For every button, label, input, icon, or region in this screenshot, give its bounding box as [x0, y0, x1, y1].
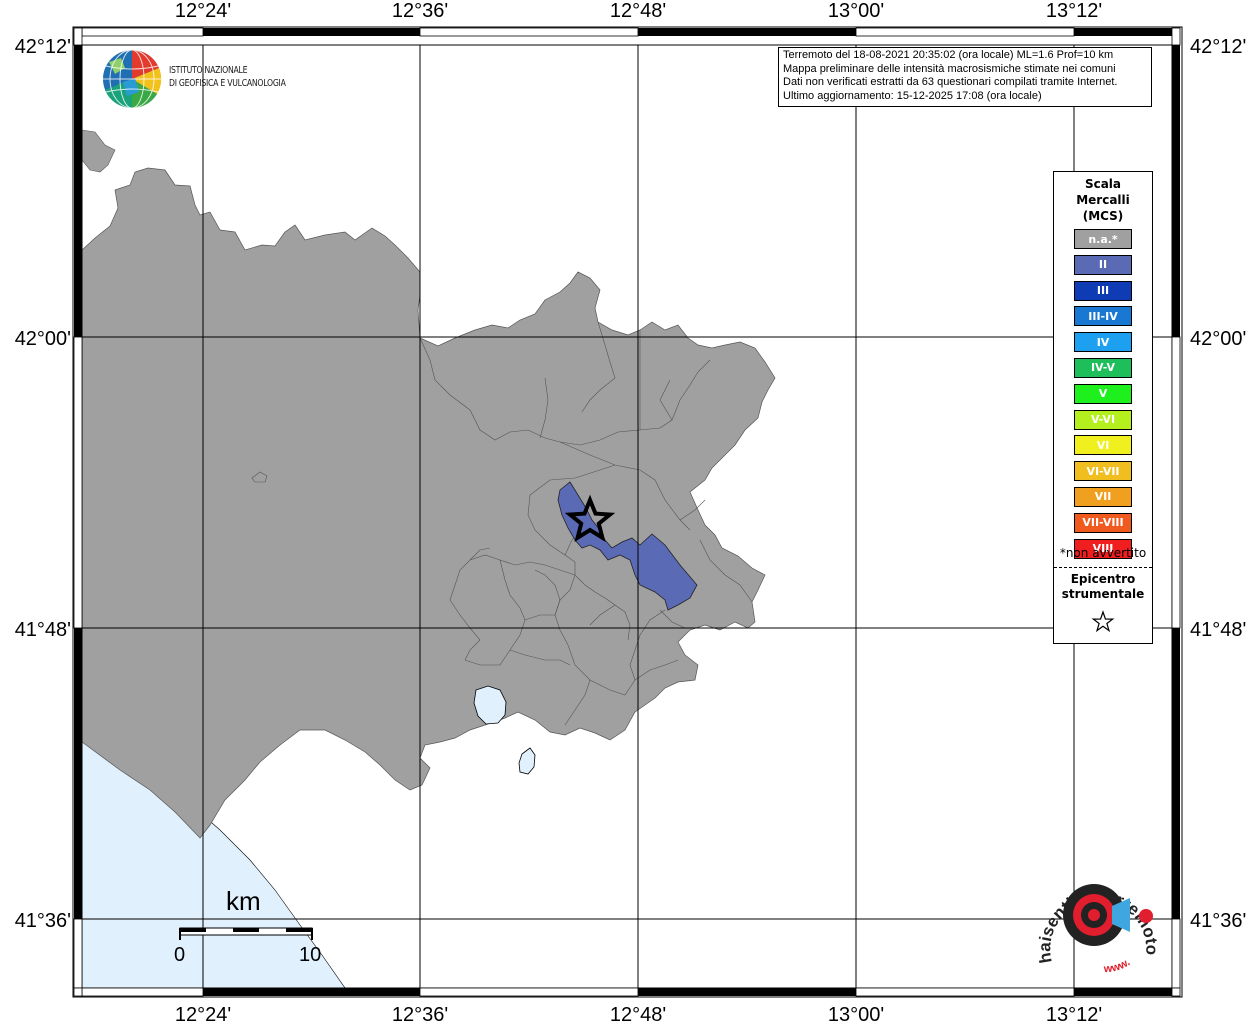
tick-label: 12°48'	[610, 1004, 666, 1024]
legend-item: VI	[1074, 435, 1132, 456]
legend-item: VII	[1074, 486, 1132, 507]
scale-unit-label: km	[226, 886, 261, 916]
legend-title-line: Scala	[1084, 177, 1122, 191]
tick-label: 12°36'	[392, 0, 448, 22]
tick-label: 13°00'	[828, 0, 884, 22]
legend-item: III	[1074, 280, 1132, 301]
legend-items: n.a.* II III III-IV IV IV-V V V-VI VI VI…	[1074, 229, 1132, 564]
legend-item: V-VI	[1074, 409, 1132, 430]
legend-epicenter-label: Epicentro strumentale	[1054, 572, 1152, 602]
ingv-globe-icon	[103, 49, 162, 109]
legend-item: n.a.*	[1074, 229, 1132, 249]
legend-item: II	[1074, 254, 1132, 275]
tick-label: 13°12'	[1046, 0, 1102, 22]
tick-label: 13°00'	[828, 1004, 884, 1024]
tick-label: 12°48'	[610, 0, 666, 22]
ingv-name-line: Istituto Nazionale	[169, 65, 248, 76]
tick-label: 12°36'	[392, 1004, 448, 1024]
ingv-logo: Istituto Nazionale di Geofisica e Vulcan…	[101, 48, 321, 110]
bottom-longitude-labels: 12°24' 12°36' 12°48' 13°00' 13°12'	[175, 1004, 1102, 1024]
legend-item: V	[1074, 383, 1132, 404]
tick-label: 13°12'	[1046, 1004, 1102, 1024]
ingv-name: Istituto Nazionale di Geofisica e Vulcan…	[169, 64, 305, 90]
tick-label: 12°24'	[175, 1004, 231, 1024]
left-latitude-labels: 42°12' 42°00' 41°48' 41°36'	[15, 36, 71, 932]
tick-label: 42°12'	[15, 36, 71, 58]
legend-item: IV	[1074, 332, 1132, 353]
legend-note: *non avvertito	[1059, 546, 1147, 560]
earthquake-info-box: Terremoto del 18-08-2021 20:35:02 (ora l…	[778, 47, 1152, 107]
tick-label: 42°00'	[15, 328, 71, 350]
ingv-name-line: di Geofisica e Vulcanologia	[169, 78, 286, 89]
hst-logo-url-text: www.	[1102, 956, 1132, 975]
tick-label: 41°36'	[1190, 910, 1246, 932]
info-line: Mappa preliminare delle intensità macros…	[783, 62, 1116, 75]
legend-item: III-IV	[1074, 306, 1132, 327]
mcs-legend: Scala Mercalli (MCS) n.a.* II III III-IV…	[1053, 171, 1153, 644]
hst-info-icon	[1139, 909, 1153, 923]
info-line: Dati non verificati estratti da 63 quest…	[783, 76, 1118, 88]
legend-item: VI-VII	[1074, 461, 1132, 482]
legend-item: VII-VIII	[1074, 512, 1132, 533]
haisentitoilterremoto-logo: haisentitoilterremoto.it www.	[1034, 862, 1161, 975]
right-latitude-labels: 42°12' 42°00' 41°48' 41°36'	[1190, 36, 1246, 932]
scale-start-label: 0	[174, 944, 186, 966]
tick-label: 41°48'	[1190, 619, 1246, 641]
info-line: Terremoto del 18-08-2021 20:35:02 (ora l…	[783, 49, 1114, 61]
tick-label: 41°36'	[15, 910, 71, 932]
legend-title-line: Mercalli	[1076, 193, 1130, 207]
legend-divider	[1054, 567, 1152, 568]
legend-title: Scala Mercalli (MCS)	[1054, 176, 1152, 224]
legend-star-icon	[1091, 610, 1115, 633]
scale-end-label: 10	[299, 944, 322, 966]
info-line: Ultimo aggiornamento: 15-12-2025 17:08 (…	[783, 89, 1042, 102]
tick-label: 12°24'	[175, 0, 231, 22]
legend-title-line: (MCS)	[1082, 209, 1124, 223]
tick-label: 42°00'	[1190, 328, 1246, 350]
tick-label: 42°12'	[1190, 36, 1246, 58]
tick-label: 41°48'	[15, 619, 71, 641]
legend-epicenter-line: Epicentro	[1070, 572, 1136, 586]
legend-epicenter-line: strumentale	[1061, 587, 1145, 601]
top-longitude-labels: 12°24' 12°36' 12°48' 13°00' 13°12'	[175, 0, 1102, 22]
legend-item: IV-V	[1074, 357, 1132, 378]
